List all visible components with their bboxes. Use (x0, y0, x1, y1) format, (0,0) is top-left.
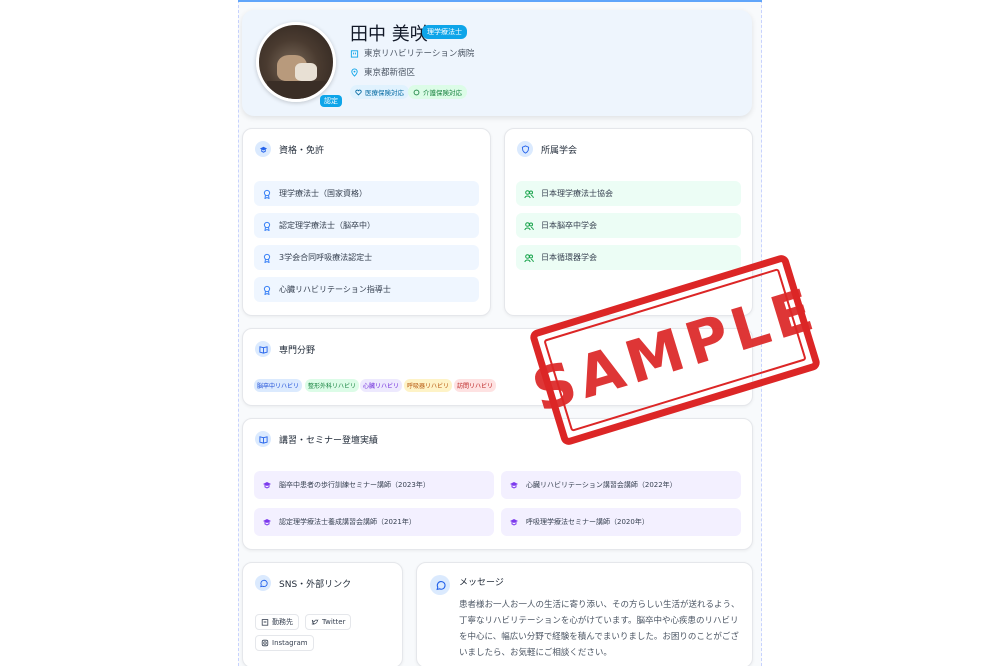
shield-icon (517, 141, 533, 157)
qualifications-header: 資格・免許 (255, 141, 324, 157)
book-icon (255, 341, 271, 357)
societies-title: 所属学会 (541, 145, 578, 156)
building-icon (350, 49, 359, 58)
qualification-item: 認定理学療法士（脳卒中） (254, 213, 479, 238)
society-item: 日本循環器学会 (516, 245, 741, 270)
seminar-item: 脳卒中患者の歩行訓練セミナー講師（2023年） (254, 471, 494, 499)
specialty-tag: 訪問リハビリ (454, 379, 497, 392)
profile-card: 認定 田中 美咲 理学療法士 東京リハビリテーション病院 東京都新宿区 医療保険… (242, 10, 752, 116)
seminar-item: 呼吸理学療法セミナー講師（2020年） (501, 508, 741, 536)
specialties-title: 専門分野 (279, 345, 316, 356)
specialties-header: 専門分野 (255, 341, 315, 357)
award-icon (263, 189, 271, 199)
sns-link-workplace[interactable]: 勤務先 (255, 614, 299, 630)
qualification-item: 理学療法士（国家資格） (254, 181, 479, 206)
qualification-item: 3学会合同呼吸療法認定士 (254, 245, 479, 270)
top-accent-line (238, 0, 762, 2)
instagram-icon (261, 639, 269, 647)
specialty-tag: 心臓リハビリ (360, 379, 403, 392)
award-icon (263, 285, 271, 295)
sns-title: SNS・外部リンク (279, 579, 352, 590)
societies-header: 所属学会 (517, 141, 577, 157)
graduation-cap-icon (263, 519, 271, 526)
users-icon (524, 253, 534, 262)
profile-name: 田中 美咲 (350, 24, 428, 45)
seminars-title: 講習・セミナー登壇実績 (279, 435, 379, 446)
building-icon (261, 619, 269, 626)
twitter-icon (311, 619, 319, 625)
award-icon (263, 221, 271, 231)
graduation-cap-icon (255, 141, 271, 157)
specialty-tag: 呼吸器リハビリ (404, 379, 453, 392)
message-icon (430, 575, 450, 595)
users-icon (524, 189, 534, 198)
message-body: 患者様お一人お一人の生活に寄り添い、その方らしい生活が送れるよう、丁寧なリハビリ… (459, 600, 740, 658)
shield-icon (413, 89, 420, 95)
role-badge: 理学療法士 (422, 25, 467, 39)
specialty-tag: 脳卒中リハビリ (254, 379, 303, 392)
award-icon (263, 253, 271, 263)
graduation-cap-icon (510, 482, 518, 489)
heart-icon (355, 89, 362, 96)
map-pin-icon (351, 68, 358, 77)
society-item: 日本脳卒中学会 (516, 213, 741, 238)
users-icon (524, 221, 534, 230)
sns-link-instagram[interactable]: Instagram (255, 635, 314, 651)
specialty-tag: 整形外科リハビリ (305, 379, 360, 392)
message-title: メッセージ (459, 578, 504, 588)
avatar[interactable] (256, 22, 336, 102)
book-icon (255, 431, 271, 447)
society-item: 日本理学療法士協会 (516, 181, 741, 206)
seminar-item: 認定理学療法士養成講習会講師（2021年） (254, 508, 494, 536)
verified-badge: 認定 (320, 95, 342, 107)
sns-link-twitter[interactable]: Twitter (305, 614, 352, 630)
insurance-badge-medical: 医療保険対応 (350, 85, 409, 99)
graduation-cap-icon (263, 482, 271, 489)
hospital-name: 東京リハビリテーション病院 (364, 49, 475, 59)
qualification-item: 心臓リハビリテーション指導士 (254, 277, 479, 302)
location-line: 東京都新宿区 (350, 66, 415, 78)
chat-icon (255, 575, 271, 591)
hospital-line: 東京リハビリテーション病院 (350, 47, 474, 59)
insurance-badge-care: 介護保険対応 (408, 85, 467, 99)
seminar-item: 心臓リハビリテーション講習会講師（2022年） (501, 471, 741, 499)
location-text: 東京都新宿区 (364, 68, 416, 78)
seminars-header: 講習・セミナー登壇実績 (255, 431, 378, 447)
sns-header: SNS・外部リンク (255, 575, 351, 591)
graduation-cap-icon (510, 519, 518, 526)
qualifications-title: 資格・免許 (279, 145, 325, 156)
